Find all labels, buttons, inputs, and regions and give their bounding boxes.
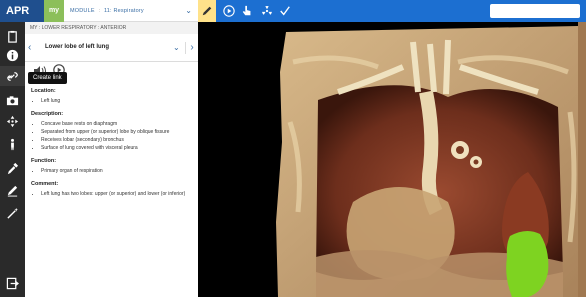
list-item: Receives lobar (secondary) bronchus (41, 136, 192, 144)
list-item: Concave base rests on diaphragm (41, 120, 192, 128)
radiation-icon[interactable] (260, 4, 274, 18)
link-icon[interactable] (0, 66, 25, 86)
location-title: Location: (31, 88, 56, 94)
list-item: Surface of lung covered with visceral pl… (41, 144, 192, 152)
module-selector[interactable]: my MODULE : 11: Respiratory ⌄ (44, 0, 198, 22)
module-name: 11: Respiratory (103, 7, 144, 14)
clipboard-icon[interactable] (0, 26, 25, 46)
camera-icon[interactable] (0, 90, 25, 110)
structure-name[interactable]: Lower lobe of left lung (45, 44, 109, 50)
description-title: Description: (31, 111, 64, 117)
wand-icon[interactable] (0, 203, 25, 223)
anatomy-image-graphic (198, 22, 586, 297)
left-toolbar (0, 0, 25, 297)
list-item: Left lung has two lobes: upper (or super… (41, 190, 192, 198)
structure-info: Location: Left lung Description: Concave… (25, 84, 198, 297)
function-title: Function: (31, 158, 57, 164)
anatomy-image[interactable] (198, 22, 586, 297)
structure-selector: ‹ Lower lobe of left lung ⌄ › (25, 34, 198, 62)
move-icon[interactable] (0, 111, 25, 131)
checkmark-icon[interactable] (278, 4, 292, 18)
search-input[interactable] (490, 4, 580, 18)
previous-structure-button[interactable]: ‹ (28, 42, 38, 54)
module-label: MODULE : 11: Respiratory (70, 7, 144, 14)
comment-list: Left lung has two lobes: upper (or super… (31, 190, 192, 198)
module-label-prefix: MODULE (70, 7, 95, 14)
list-item: Primary organ of respiration (41, 167, 192, 175)
hand-pointer-icon[interactable] (240, 4, 254, 18)
function-list: Primary organ of respiration (31, 167, 192, 175)
app-logo[interactable]: APR (0, 0, 44, 22)
body-icon[interactable] (0, 134, 25, 154)
play-icon[interactable] (222, 4, 236, 18)
comment-title: Comment: (31, 181, 59, 187)
next-structure-button[interactable]: › (185, 42, 198, 54)
info-icon[interactable] (0, 45, 25, 65)
list-item: Left lung (41, 97, 192, 105)
description-list: Concave base rests on diaphragm Separate… (31, 120, 192, 152)
exit-icon[interactable] (0, 273, 25, 293)
location-list: Left lung (31, 97, 192, 105)
my-badge[interactable]: my (44, 0, 64, 22)
pencil-icon[interactable] (0, 180, 25, 200)
dropper-icon[interactable] (0, 158, 25, 178)
breadcrumb: MY : LOWER RESPIRATORY : ANTERIOR (25, 22, 198, 34)
pen-icon[interactable] (198, 0, 216, 22)
tooltip: Create link (28, 72, 67, 84)
chevron-down-icon[interactable]: ⌄ (173, 43, 180, 52)
image-toolbar (198, 0, 586, 22)
list-item: Separated from upper (or superior) lobe … (41, 128, 192, 136)
chevron-down-icon[interactable]: ⌄ (185, 6, 192, 15)
